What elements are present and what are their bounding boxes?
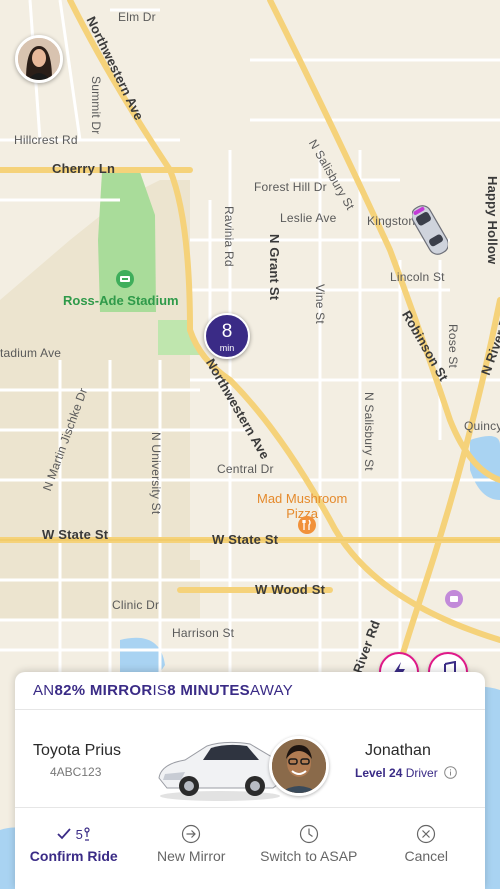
driver-level-value: Level 24 [355, 766, 403, 780]
street-label: Central Dr [217, 462, 274, 476]
street-label: Elm Dr [118, 10, 156, 24]
close-circle-icon [417, 824, 436, 844]
driver-level: Level 24 Driver [355, 766, 457, 780]
banner-middle: IS [152, 682, 168, 699]
action-bar: 5 Confirm Ride New Mirror Switch to ASAP… [15, 808, 485, 888]
street-label: tadium Ave [0, 346, 62, 360]
street-label: Cherry Ln [52, 161, 116, 176]
license-plate: 4ABC123 [50, 765, 102, 779]
arrow-right-circle-icon [182, 824, 201, 844]
info-icon[interactable] [444, 766, 457, 779]
street-label: Vine St [313, 284, 327, 324]
confirm-ride-label: Confirm Ride [29, 848, 118, 864]
driver-level-suffix: Driver [402, 766, 438, 780]
vehicle-driver-panel: Toyota Prius 4ABC123 Jonathan Level 24 D… [15, 710, 485, 808]
car-image [158, 741, 282, 801]
driver-name: Jonathan [365, 742, 431, 759]
street-label: Happy Hollow [485, 176, 500, 265]
street-label: W State St [42, 527, 109, 542]
switch-to-asap-button[interactable]: Switch to ASAP [250, 808, 368, 888]
street-label: Forest Hill Dr [254, 180, 327, 194]
restaurant-name-line1: Mad Mushroom [257, 491, 348, 506]
street-label: N Salisbury St [362, 392, 376, 471]
street-label: N University St [149, 432, 163, 515]
person-icon [84, 827, 90, 841]
street-label: Clinic Dr [112, 598, 160, 612]
street-label: Summit Dr [89, 76, 103, 135]
street-label: Lincoln St [390, 270, 445, 284]
banner-percent: 82% MIRROR [54, 682, 153, 699]
ride-card: AN 82% MIRROR IS 8 MINUTES AWAY Toyota P… [15, 672, 485, 889]
new-mirror-label: New Mirror [157, 848, 226, 864]
street-label: Rose St [446, 324, 460, 369]
banner-minutes: 8 MINUTES [167, 682, 250, 699]
eta-value: 8 [221, 321, 233, 342]
street-label: Leslie Ave [280, 211, 337, 225]
street-label: N Grant St [267, 234, 282, 301]
confirm-ride-button[interactable]: 5 Confirm Ride [15, 808, 133, 888]
checkmark-icon [56, 828, 71, 840]
driver-avatar[interactable] [269, 736, 329, 796]
user-avatar[interactable] [15, 35, 63, 83]
street-label: W Wood St [255, 582, 326, 597]
stadium-label[interactable]: Ross-Ade Stadium [63, 293, 179, 308]
street-label: Ravinia Rd [222, 206, 236, 267]
eta-banner: AN 82% MIRROR IS 8 MINUTES AWAY [15, 672, 485, 710]
street-label: W State St [212, 532, 279, 547]
banner-prefix: AN [33, 682, 55, 699]
banner-suffix: AWAY [249, 682, 294, 699]
cancel-button[interactable]: Cancel [368, 808, 486, 888]
park-area [98, 172, 156, 312]
car-marker-icon[interactable] [412, 198, 448, 262]
vehicle-model: Toyota Prius [33, 742, 122, 759]
new-mirror-button[interactable]: New Mirror [133, 808, 251, 888]
confirm-count: 5 [75, 826, 83, 842]
clock-icon [299, 824, 318, 844]
switch-to-asap-label: Switch to ASAP [260, 848, 358, 864]
eta-unit: min [219, 343, 235, 353]
street-label: Kingston [367, 214, 416, 228]
eta-pin[interactable]: 8 min [204, 313, 250, 359]
street-label: Hillcrest Rd [14, 133, 78, 147]
cancel-label: Cancel [404, 848, 449, 864]
river [470, 436, 500, 500]
street-label: Quincy [464, 419, 500, 433]
street-label: Harrison St [172, 626, 235, 640]
